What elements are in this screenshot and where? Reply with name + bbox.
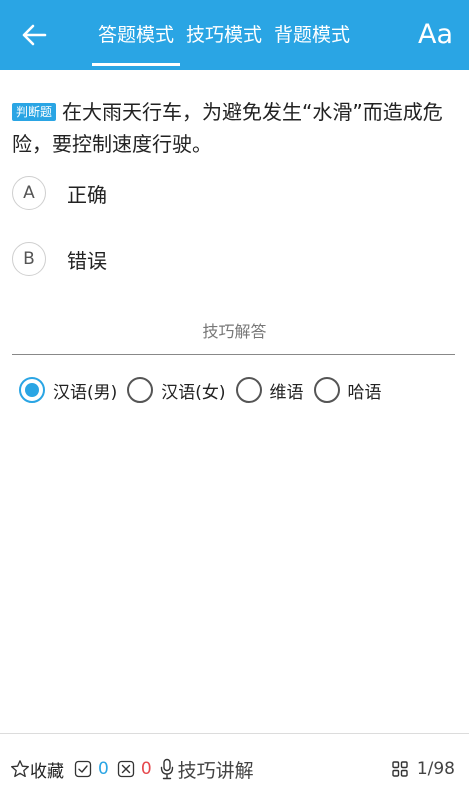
footer-left: 收藏 0 0 技巧讲解	[10, 756, 254, 782]
voice-option-label: 汉语(男)	[53, 382, 118, 403]
correct-count: 0	[74, 759, 109, 779]
mode-tabs: 答题模式 技巧模式 背题模式	[92, 0, 356, 70]
correct-count-value: 0	[98, 759, 109, 779]
radio-selected-dot	[25, 383, 39, 397]
wrong-count: 0	[117, 759, 152, 779]
tab-skill-mode[interactable]: 技巧模式	[180, 0, 268, 70]
skill-answer-title: 技巧解答	[202, 322, 267, 341]
radio-button	[313, 377, 340, 403]
option-letter-circle: A	[12, 176, 46, 210]
progress-text: 1/98	[416, 759, 455, 779]
check-box-icon	[74, 760, 92, 778]
voice-option-label: 汉语(女)	[161, 382, 226, 403]
favorite-button[interactable]: 收藏	[10, 757, 64, 782]
favorite-label: 收藏	[30, 761, 64, 782]
option-text: 正确	[67, 182, 107, 207]
question-text: 在大雨天行车，为避免发生“水滑”而造成危险，要控制速度行驶。	[12, 100, 443, 156]
voice-option-mandarin-male[interactable]: 汉语(男)	[19, 377, 117, 403]
voice-option-kazakh[interactable]: 哈语	[313, 377, 382, 403]
arrow-left-icon	[22, 24, 47, 46]
voice-option-uyghur[interactable]: 维语	[235, 377, 304, 403]
option-letter-circle: B	[12, 242, 46, 276]
cross-box-icon	[117, 760, 134, 778]
question-progress-button[interactable]: 1/98	[391, 756, 455, 782]
option-b[interactable]: B 错误	[12, 239, 312, 279]
divider	[12, 354, 455, 355]
radio-button	[235, 377, 262, 403]
bottom-bar: 收藏 0 0 技巧讲解 1/98	[0, 733, 469, 800]
microphone-icon	[160, 758, 173, 780]
star-outline-icon	[11, 760, 29, 778]
voice-option-label: 维语	[269, 382, 304, 403]
back-button[interactable]	[14, 18, 54, 52]
voice-option-mandarin-female[interactable]: 汉语(女)	[127, 377, 226, 403]
question-block: 判断题 在大雨天行车，为避免发生“水滑”而造成危险，要控制速度行驶。	[12, 96, 457, 160]
wrong-count-value: 0	[140, 759, 152, 779]
tab-memorize-mode[interactable]: 背题模式	[268, 0, 356, 70]
option-text: 错误	[67, 248, 107, 273]
skill-explain-label: 技巧讲解	[177, 759, 254, 782]
top-bar: 答题模式 技巧模式 背题模式 Aa	[0, 0, 469, 70]
grid-icon	[392, 761, 408, 777]
voice-option-label: 哈语	[347, 382, 382, 403]
question-type-badge: 判断题	[12, 103, 57, 121]
option-a[interactable]: A 正确	[12, 173, 312, 213]
tab-answer-mode[interactable]: 答题模式	[92, 0, 181, 70]
radio-button	[19, 377, 45, 403]
voice-language-selector: 汉语(男) 汉语(女) 维语 哈语	[19, 374, 392, 406]
radio-button	[127, 377, 154, 403]
font-size-button[interactable]: Aa	[418, 16, 453, 54]
skill-explain-button[interactable]: 技巧讲解	[160, 756, 254, 783]
